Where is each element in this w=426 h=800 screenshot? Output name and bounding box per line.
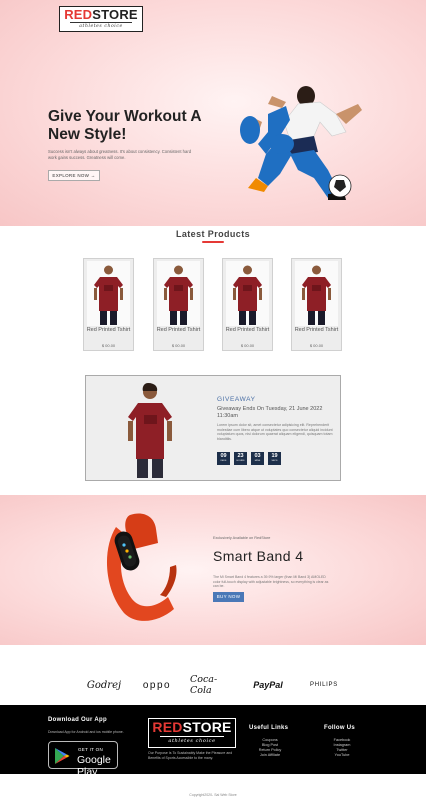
tshirt-model-image	[226, 261, 269, 326]
logo-wordmark: REDSTORE	[60, 7, 142, 22]
football-player-image	[240, 86, 362, 200]
follow-us-title: Follow Us	[324, 725, 356, 731]
download-app-text: Download App for Android and ios mobile …	[48, 730, 124, 734]
tshirt-model-image	[295, 261, 338, 326]
product-card[interactable]: Red Printed Tshirt $ 00.00	[153, 258, 204, 351]
logo-word-red: RED	[64, 7, 93, 22]
logo-tagline: athletes choice	[70, 22, 132, 30]
footer: Download Our App Download App for Androi…	[0, 705, 426, 778]
band-title: Smart Band 4	[213, 548, 304, 564]
footer-logo-word-red: RED	[152, 719, 183, 735]
logo-word-dark: STORE	[92, 7, 138, 22]
brand-logo-philips: PHILIPS	[310, 682, 338, 688]
countdown-unit: SECS	[271, 460, 278, 462]
giveaway-tshirt-model-image	[128, 383, 172, 478]
footer-link-affiliate[interactable]: Join Affiliate	[252, 753, 288, 758]
product-price: $ 00.00	[101, 343, 116, 348]
product-card[interactable]: Red Printed Tshirt $ 00.00	[222, 258, 273, 351]
footer-logo[interactable]: REDSTORE athletes choice	[148, 718, 236, 748]
giveaway-label: GIVEAWAY	[217, 396, 256, 403]
gplay-big-text: Google Play	[77, 754, 111, 778]
countdown-hours: 23 HOURS	[234, 452, 247, 465]
countdown-value: 19	[271, 453, 278, 459]
product-name[interactable]: Red Printed Tshirt	[84, 327, 133, 333]
google-play-badge[interactable]: GET IT ON Google Play	[48, 741, 118, 778]
countdown-unit: DAYS	[220, 460, 227, 462]
gplay-small-text: GET IT ON	[78, 747, 104, 752]
giveaway-section: GIVEAWAY Giveaway Ends On Tuesday, 21 Ju…	[85, 375, 341, 481]
hero-subtitle: Success isn't always about greatness. It…	[48, 149, 192, 160]
countdown-secs: 19 SECS	[268, 452, 281, 465]
hero-section: REDSTORE athletes choice Give Your Worko…	[0, 0, 426, 226]
latest-products-title: Latest Products	[175, 229, 250, 239]
copyright-text: Copyright2020- Sai Web Store	[189, 793, 237, 797]
countdown-unit: MINS	[254, 460, 261, 462]
useful-links-list: Coupons Blog Post Return Policy Join Aff…	[252, 738, 288, 758]
product-card[interactable]: Red Printed Tshirt $ 00.00	[83, 258, 134, 351]
smart-band-section: Exclusively Available on RedStore Smart …	[0, 495, 426, 645]
store-logo[interactable]: REDSTORE athletes choice	[59, 6, 143, 32]
tshirt-model-image	[87, 261, 130, 326]
product-price: $ 00.00	[309, 343, 324, 348]
brand-logo-godrej: Godrej	[86, 679, 122, 691]
brand-logo-cocacola: Coca-Cola	[190, 674, 218, 696]
footer-purpose: Our Purpose Is To Sustainably Make the P…	[148, 751, 233, 760]
buy-now-button[interactable]: BUY NOW	[213, 592, 244, 602]
footer-link-youtube[interactable]: YouTube	[326, 753, 358, 758]
giveaway-end-date: Giveaway Ends On Tuesday, 21 June 2022 1…	[217, 406, 323, 419]
countdown-unit: HOURS	[236, 460, 245, 462]
product-name[interactable]: Red Printed Tshirt	[154, 327, 203, 333]
product-name[interactable]: Red Printed Tshirt	[292, 327, 341, 333]
footer-logo-word-white: STORE	[182, 719, 232, 735]
smart-band-image	[106, 513, 177, 621]
footer-logo-tagline: athletes choice	[160, 736, 224, 745]
product-price: $ 00.00	[171, 343, 186, 348]
countdown-days: 09 DAYS	[217, 452, 230, 465]
title-underline	[202, 241, 224, 243]
follow-us-list: Facebook Instagram Twitter YouTube	[326, 738, 358, 758]
brand-logo-oppo: oppo	[142, 679, 172, 691]
countdown-value: 03	[254, 453, 261, 459]
countdown-mins: 03 MINS	[251, 452, 264, 465]
product-price: $ 00.00	[240, 343, 255, 348]
explore-now-button[interactable]: EXPLORE NOW →	[48, 170, 100, 181]
google-play-icon	[55, 748, 70, 764]
band-description: The Mi Smart Band 4 features a 39.9% lar…	[213, 575, 329, 588]
countdown-value: 09	[220, 453, 227, 459]
footer-logo-wordmark: REDSTORE	[149, 719, 235, 736]
countdown-value: 23	[237, 453, 244, 459]
hero-title: Give Your Workout A New Style!	[48, 108, 202, 143]
download-app-title: Download Our App	[48, 717, 107, 723]
giveaway-description: Lorem ipsum dolor sit, amet consectetur …	[217, 423, 333, 441]
brand-logo-paypal: PayPal	[253, 680, 283, 690]
product-name[interactable]: Red Printed Tshirt	[223, 327, 272, 333]
product-card[interactable]: Red Printed Tshirt $ 00.00	[291, 258, 342, 351]
useful-links-title: Useful Links	[249, 725, 289, 731]
band-availability: Exclusively Available on RedStore	[213, 536, 271, 540]
tshirt-model-image	[157, 261, 200, 326]
